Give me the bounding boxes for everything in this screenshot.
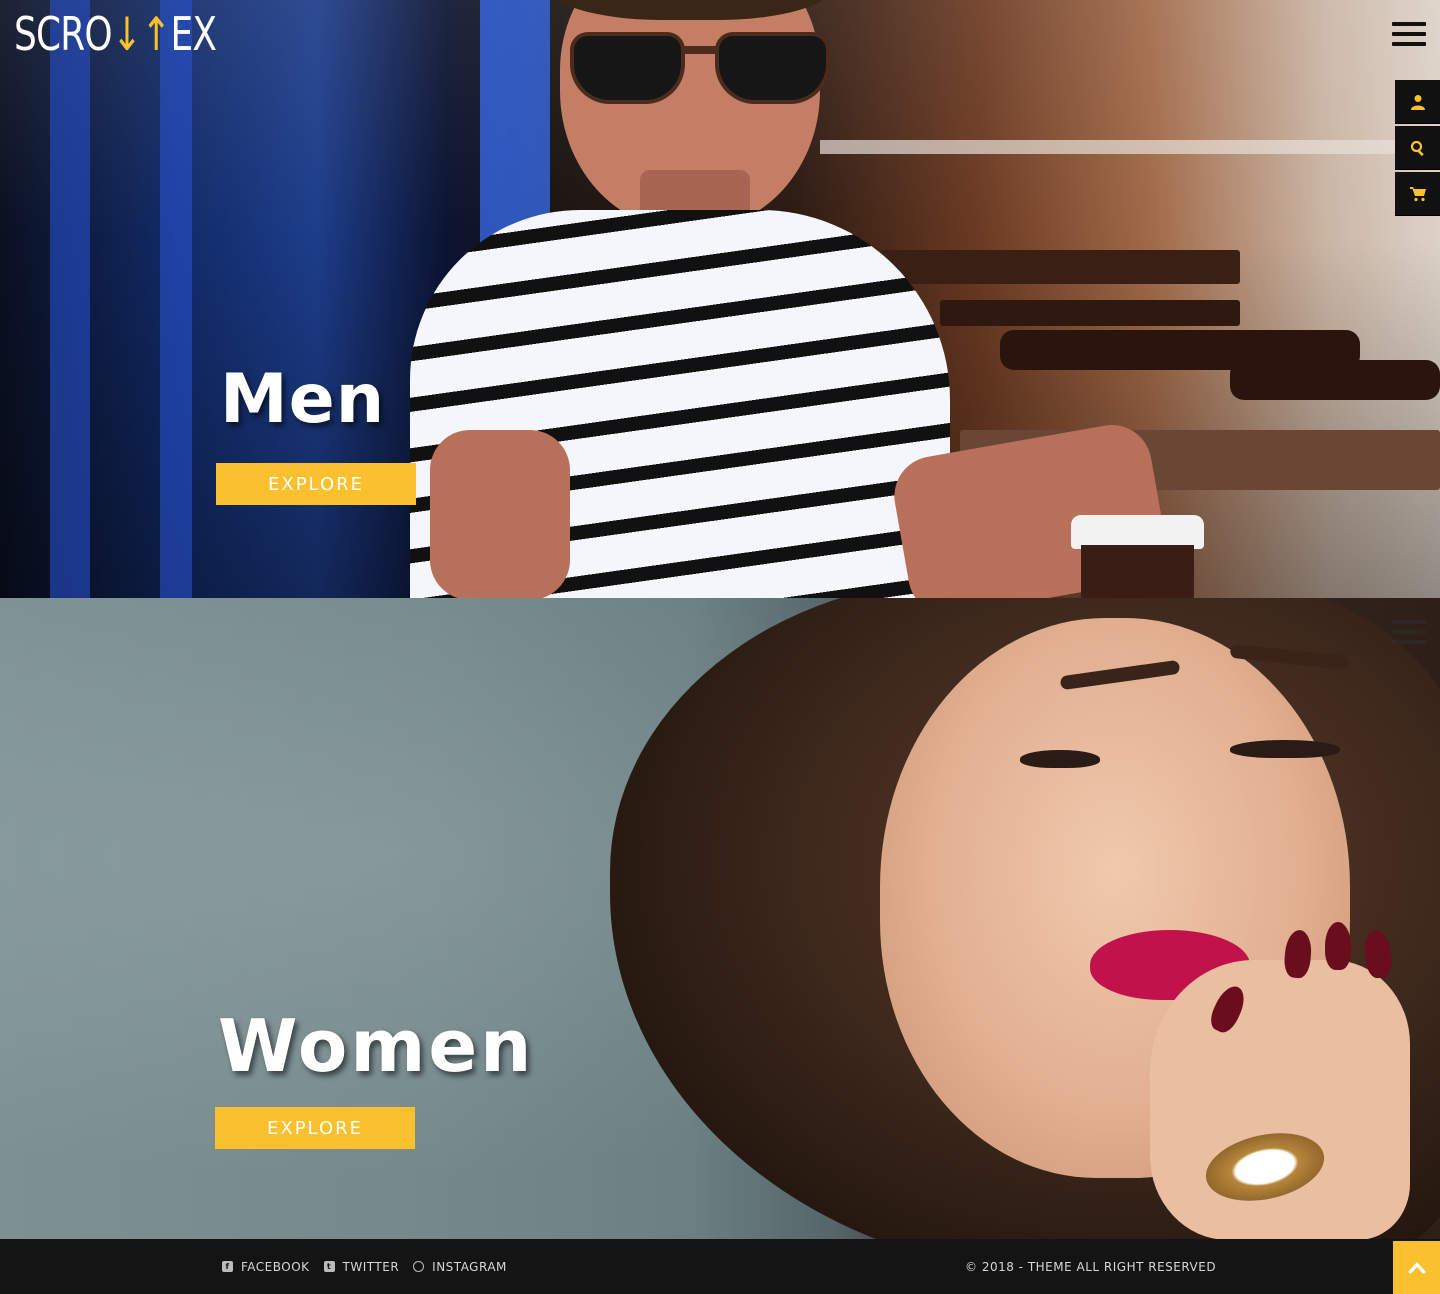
- sunglasses: [570, 32, 830, 104]
- back-to-top-button[interactable]: [1393, 1241, 1440, 1294]
- logo-arrows: ↓↑: [111, 7, 171, 61]
- twitter-icon: t: [323, 1261, 335, 1272]
- side-toolbar: [1395, 80, 1440, 218]
- search-icon[interactable]: [1395, 126, 1440, 170]
- social-links: f FACEBOOK t TWITTER INSTAGRAM: [222, 1239, 507, 1294]
- cart-icon[interactable]: [1395, 172, 1440, 216]
- facebook-link[interactable]: f FACEBOOK: [222, 1260, 310, 1274]
- twitter-link[interactable]: t TWITTER: [323, 1260, 400, 1274]
- model-hand: [1150, 960, 1410, 1240]
- logo-text-right: EX: [170, 7, 217, 61]
- copyright-text: © 2018 - THEME ALL RIGHT RESERVED: [965, 1259, 1217, 1274]
- footer: f FACEBOOK t TWITTER INSTAGRAM © 2018 - …: [0, 1239, 1440, 1294]
- hamburger-menu-icon: [1392, 620, 1426, 646]
- facebook-icon: f: [222, 1261, 233, 1272]
- men-title: Men: [220, 360, 386, 439]
- women-title: Women: [218, 1004, 535, 1088]
- logo-text-left: SCRO: [14, 7, 113, 61]
- logo[interactable]: SCRO ↓↑ EX: [14, 7, 217, 61]
- men-explore-button[interactable]: EXPLORE: [216, 463, 416, 505]
- women-explore-button[interactable]: EXPLORE: [215, 1107, 415, 1149]
- instagram-icon: [413, 1261, 425, 1272]
- instagram-link[interactable]: INSTAGRAM: [413, 1260, 507, 1274]
- user-icon[interactable]: [1395, 80, 1440, 124]
- arrow-up-icon: [1407, 1261, 1426, 1274]
- coffee-cup: [1071, 515, 1204, 598]
- men-section: Men EXPLORE: [0, 0, 1440, 598]
- hamburger-menu-icon[interactable]: [1392, 22, 1426, 48]
